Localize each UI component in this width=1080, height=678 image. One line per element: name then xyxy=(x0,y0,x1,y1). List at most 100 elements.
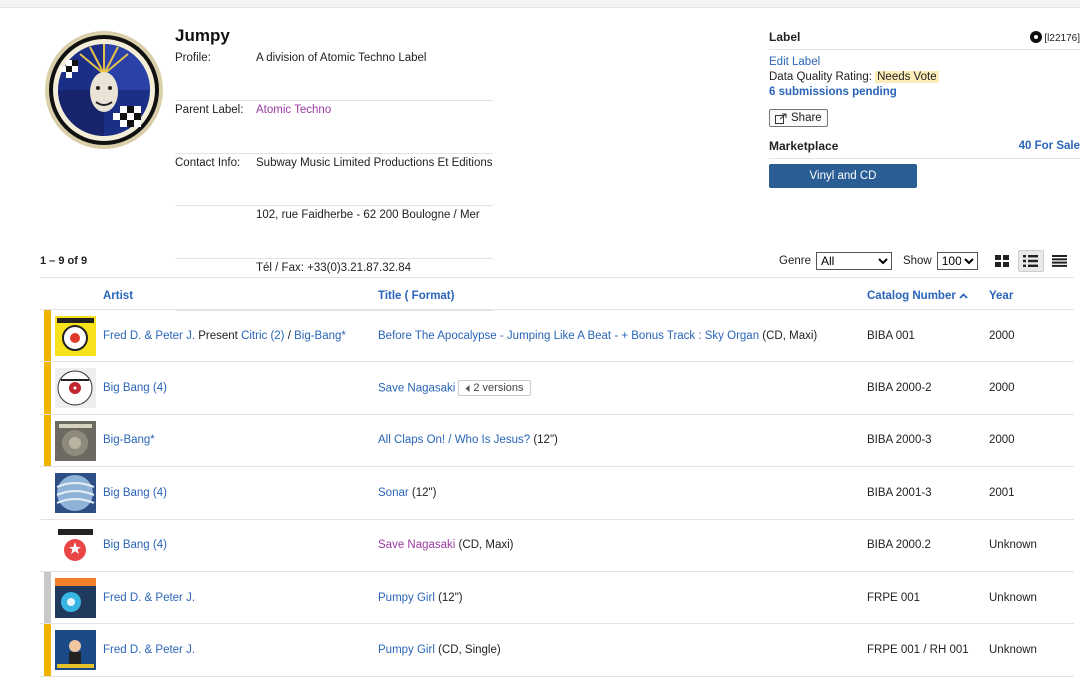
artist-link[interactable]: Fred D. & Peter J. xyxy=(103,592,195,604)
table-body: Fred D. & Peter J. Present Citric (2) / … xyxy=(40,310,1074,677)
marketplace-header: Marketplace 40 For Sale xyxy=(769,139,1080,159)
year-column-header[interactable]: Year xyxy=(989,290,1013,302)
release-format: (12") xyxy=(434,591,463,604)
release-year: 2000 xyxy=(989,329,1015,342)
release-year: 2000 xyxy=(989,382,1015,395)
caret-left-icon xyxy=(465,384,470,392)
marketplace-heading: Marketplace xyxy=(769,139,839,153)
release-title-link[interactable]: Pumpy Girl xyxy=(378,644,435,656)
list-view-button[interactable] xyxy=(1017,250,1044,272)
release-year: Unknown xyxy=(989,539,1037,552)
table-row: Fred D. & Peter J. Present Citric (2) / … xyxy=(40,310,1074,363)
submissions-pending-link[interactable]: 6 submissions pending xyxy=(769,86,897,98)
label-logo xyxy=(45,31,163,149)
status-bar xyxy=(44,414,51,467)
label-heading: Label xyxy=(769,30,801,44)
profile-key: Profile: xyxy=(175,52,211,64)
release-year: 2001 xyxy=(989,486,1015,499)
table-row: Fred D. & Peter J. Pumpy Girl (12") FRPE 0… xyxy=(40,571,1074,625)
data-quality-label: Data Quality Rating: xyxy=(769,71,872,83)
label-side-panel: Label [l22176] Edit Label Data Quality R… xyxy=(769,30,1080,188)
status-bar xyxy=(44,310,51,362)
title-column-header[interactable]: Title ( Format) xyxy=(378,290,454,302)
compact-list-icon xyxy=(1052,255,1068,267)
parent-label-link[interactable]: Atomic Techno xyxy=(256,101,331,152)
label-title: Jumpy xyxy=(175,26,230,45)
table-header: Artist Title ( Format) Catalog Number Ye… xyxy=(40,277,1074,310)
for-sale-link[interactable]: 40 For Sale xyxy=(1019,140,1080,152)
view-toggle xyxy=(986,250,1073,272)
browser-top-strip xyxy=(0,0,1080,8)
grid-icon xyxy=(994,255,1009,267)
status-bar xyxy=(44,571,51,624)
edit-label-link[interactable]: Edit Label xyxy=(769,56,820,68)
data-quality: Data Quality Rating: Needs Vote xyxy=(769,70,1080,85)
artist-link[interactable]: Citric (2) xyxy=(241,330,284,342)
release-year: Unknown xyxy=(989,644,1037,657)
release-title-link[interactable]: Save Nagasaki xyxy=(378,539,455,551)
catalog-number: FRPE 001 / RH 001 xyxy=(867,644,969,657)
artist-link[interactable]: Fred D. & Peter J. xyxy=(103,330,195,342)
release-format: (12") xyxy=(408,486,437,499)
artist-link[interactable]: Fred D. & Peter J. xyxy=(103,644,195,656)
release-thumbnail[interactable] xyxy=(55,473,96,514)
grid-view-button[interactable] xyxy=(989,250,1015,272)
release-thumbnail[interactable] xyxy=(55,368,96,409)
release-thumbnail[interactable] xyxy=(55,525,96,566)
release-thumbnail[interactable] xyxy=(55,577,96,618)
artist-link[interactable]: Big Bang (4) xyxy=(103,539,167,551)
artist-column-header[interactable]: Artist xyxy=(103,290,133,302)
release-thumbnail[interactable] xyxy=(55,630,96,671)
compact-view-button[interactable] xyxy=(1047,250,1073,272)
table-row: Big Bang (4) Save Nagasaki (CD, Maxi) BIBA… xyxy=(40,520,1074,572)
parent-label-key: Parent Label: xyxy=(175,104,244,117)
genre-select[interactable]: All xyxy=(815,252,892,270)
genre-label: Genre xyxy=(779,255,811,267)
catalog-number: BIBA 2001-3 xyxy=(867,486,932,499)
title-cell: Pumpy Girl (CD, Single) xyxy=(378,644,501,656)
status-bar xyxy=(44,467,51,518)
status-bar xyxy=(44,624,51,676)
share-label: Share xyxy=(791,112,822,124)
title-header-text: Title xyxy=(378,290,402,302)
catalog-number: BIBA 2000.2 xyxy=(867,539,931,552)
release-year: 2000 xyxy=(989,434,1015,447)
title-cell: Before The Apocalypse - Jumping Like A B… xyxy=(378,330,817,342)
release-thumbnail[interactable] xyxy=(55,420,96,461)
show-select[interactable]: 100 xyxy=(936,252,978,270)
artist-cell: Fred D. & Peter J. Present Citric (2) / … xyxy=(103,330,346,342)
sort-up-icon xyxy=(959,293,968,299)
artist-cell: Big Bang (4) xyxy=(103,539,167,551)
share-button[interactable]: Share xyxy=(769,109,828,127)
title-cell: Save Nagasaki (CD, Maxi) xyxy=(378,539,514,551)
result-count: 1 – 9 of 9 xyxy=(40,255,88,267)
catalog-column-header[interactable]: Catalog Number xyxy=(867,290,968,302)
label-id: [l22176] xyxy=(1044,32,1080,44)
release-title-link[interactable]: Before The Apocalypse - Jumping Like A B… xyxy=(378,330,759,342)
release-title-link[interactable]: Sonar xyxy=(378,487,409,499)
versions-label: 2 versions xyxy=(473,382,524,395)
versions-toggle-button[interactable]: 2 versions xyxy=(458,380,531,397)
vinyl-and-cd-button[interactable]: Vinyl and CD xyxy=(769,164,917,188)
release-format: (CD, Maxi) xyxy=(759,329,818,342)
contact-line-1: Subway Music Limited Productions Et Edit… xyxy=(256,156,493,169)
artist-link[interactable]: Big Bang (4) xyxy=(103,382,167,394)
artist-cell: Fred D. & Peter J. xyxy=(103,644,195,656)
contact-key: Contact Info: xyxy=(175,156,241,169)
artist-cell: Big Bang (4) xyxy=(103,382,167,394)
release-title-link[interactable]: All Claps On! / Who Is Jesus? xyxy=(378,434,530,446)
catalog-number: FRPE 001 xyxy=(867,591,921,604)
artist-link[interactable]: Big-Bang* xyxy=(103,434,155,446)
label-info: Profile: A division of Atomic Techno Labe… xyxy=(175,49,493,311)
catalog-number: BIBA 001 xyxy=(867,329,915,342)
table-row: Big Bang (4) Save Nagasaki 2 versions BIBA … xyxy=(40,362,1074,415)
artist-link[interactable]: Big Bang (4) xyxy=(103,487,167,499)
status-bar xyxy=(44,520,51,571)
profile-value: A division of Atomic Techno Label xyxy=(256,52,427,64)
release-thumbnail[interactable] xyxy=(55,316,96,356)
artist-link[interactable]: Big-Bang* xyxy=(294,330,346,342)
release-title-link[interactable]: Pumpy Girl xyxy=(378,592,435,604)
release-title-link[interactable]: Save Nagasaki xyxy=(378,383,455,395)
list-icon xyxy=(1023,255,1039,267)
title-cell: All Claps On! / Who Is Jesus? (12") xyxy=(378,434,558,446)
